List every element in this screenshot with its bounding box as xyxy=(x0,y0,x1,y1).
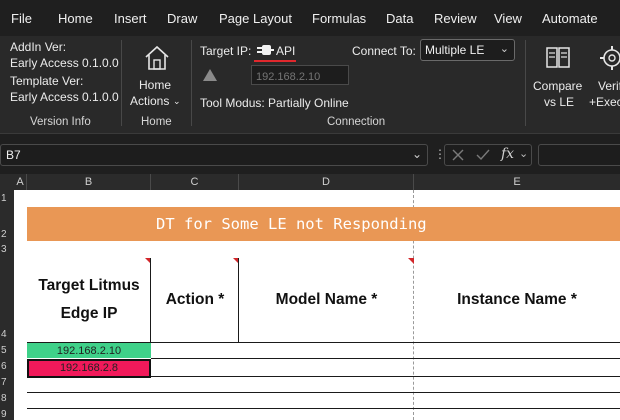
home-icon xyxy=(145,45,169,70)
name-box-value: B7 xyxy=(6,148,21,162)
ip-cell-ok-value: 192.168.2.10 xyxy=(56,345,122,357)
row-header-5[interactable]: 5 xyxy=(0,345,14,357)
gear-icon xyxy=(600,46,620,70)
column-header-d[interactable]: D xyxy=(239,174,414,190)
connect-to-label: Connect To: xyxy=(352,44,416,58)
menu-home[interactable]: Home xyxy=(58,11,93,26)
row-header-6[interactable]: 6 xyxy=(0,361,14,373)
header-target-line2: Edge IP xyxy=(60,305,118,322)
header-target-line1: Target Litmus xyxy=(38,277,140,294)
row-header-2[interactable]: 2 xyxy=(0,229,14,241)
row-border xyxy=(151,376,620,377)
name-box[interactable]: B7 ⌄ xyxy=(0,144,428,166)
home-group-title: Home xyxy=(141,116,172,128)
header-instance-name[interactable]: Instance Name * xyxy=(414,287,620,313)
menu-automate[interactable]: Automate xyxy=(542,11,598,26)
menu-bar: File Home Insert Draw Page Layout Formul… xyxy=(0,0,620,36)
header-action[interactable]: Action * xyxy=(151,287,239,313)
chevron-down-icon: ⌄ xyxy=(411,147,422,161)
row-border xyxy=(151,358,620,359)
home-actions-button[interactable]: Home Actions ⌄ xyxy=(126,38,186,110)
ip-cell-ok[interactable]: 192.168.2.10 xyxy=(27,343,151,358)
ip-cell-error-value: 192.168.2.8 xyxy=(59,362,119,374)
comment-indicator[interactable] xyxy=(408,258,414,264)
column-header-c[interactable]: C xyxy=(151,174,239,190)
header-cell-target[interactable]: Target Litmus Edge IP xyxy=(27,258,151,342)
compare-line1: Compare xyxy=(533,79,583,93)
connection-group-title: Connection xyxy=(327,116,386,128)
ribbon-separator xyxy=(525,40,526,126)
menu-draw[interactable]: Draw xyxy=(167,11,197,26)
menu-page-layout[interactable]: Page Layout xyxy=(219,11,292,26)
formula-bar: B7 ⌄ ⋮ fx ⌄ xyxy=(0,134,620,174)
cell-border xyxy=(150,258,151,342)
menu-formulas[interactable]: Formulas xyxy=(312,11,366,26)
connect-to-value: Multiple LE xyxy=(425,43,485,57)
plug-icon[interactable] xyxy=(256,43,274,57)
insert-function-icon[interactable]: fx xyxy=(501,146,514,162)
ribbon: AddIn Ver: Early Access 0.1.0.0 Template… xyxy=(0,36,620,134)
addin-version-label: AddIn Ver: xyxy=(10,40,67,54)
row-border xyxy=(27,392,620,393)
warning-icon xyxy=(203,69,217,81)
column-header-e[interactable]: E xyxy=(414,174,620,190)
target-ip-label: Target IP: xyxy=(200,44,252,58)
menu-review[interactable]: Review xyxy=(434,11,477,26)
ribbon-separator xyxy=(121,40,122,126)
chevron-down-icon: ⌄ xyxy=(499,43,509,55)
cell-border xyxy=(238,258,239,342)
row-border xyxy=(27,408,620,409)
section-banner[interactable]: DT for Some LE not Responding xyxy=(27,207,620,241)
cancel-icon[interactable] xyxy=(451,148,465,162)
api-underline xyxy=(254,60,296,62)
row-header-7[interactable]: 7 xyxy=(0,377,14,389)
template-version-label: Template Ver: xyxy=(10,74,84,88)
menu-view[interactable]: View xyxy=(494,11,522,26)
home-actions-line1: Home xyxy=(139,78,172,92)
spreadsheet-grid: A B C D E 1 2 3 4 5 6 7 8 9 DT for Some … xyxy=(0,174,620,420)
header-model-name[interactable]: Model Name * xyxy=(239,287,414,313)
tool-modus-status: Tool Modus: Partially Online xyxy=(200,96,349,110)
verify-execute-button[interactable]: Verif +Exec xyxy=(588,38,620,110)
select-all-corner[interactable] xyxy=(0,174,14,190)
row-header-1[interactable]: 1 xyxy=(0,193,14,205)
api-label[interactable]: API xyxy=(276,43,295,59)
compare-vs-le-button[interactable]: Compare vs LE xyxy=(530,38,586,110)
chevron-down-icon[interactable]: ⌄ xyxy=(519,147,528,160)
formula-input[interactable] xyxy=(538,144,620,166)
ip-cell-error[interactable]: 192.168.2.8 xyxy=(27,359,151,378)
column-header-b[interactable]: B xyxy=(27,174,151,190)
row-header-9[interactable]: 9 xyxy=(0,409,14,420)
verify-line2: +Exec xyxy=(589,95,620,109)
verify-line1: Verif xyxy=(598,79,620,93)
connect-to-select[interactable]: Multiple LE ⌄ xyxy=(420,39,515,61)
ribbon-separator xyxy=(191,40,192,126)
row-header-8[interactable]: 8 xyxy=(0,393,14,405)
compare-book-icon xyxy=(546,47,570,68)
formula-buttons: fx ⌄ xyxy=(444,144,532,166)
column-header-a[interactable]: A xyxy=(14,174,27,190)
version-info-group-title: Version Info xyxy=(30,116,91,128)
menu-insert[interactable]: Insert xyxy=(114,11,147,26)
home-actions-line2: Actions xyxy=(130,94,170,108)
compare-line2: vs LE xyxy=(544,95,575,109)
chevron-down-icon: ⌄ xyxy=(173,96,181,106)
template-version-value: Early Access 0.1.0.0 xyxy=(10,90,119,104)
addin-version-value: Early Access 0.1.0.0 xyxy=(10,56,119,70)
menu-file[interactable]: File xyxy=(11,11,32,26)
row-header-4[interactable]: 4 xyxy=(0,329,14,341)
menu-data[interactable]: Data xyxy=(386,11,413,26)
enter-check-icon[interactable] xyxy=(475,148,491,162)
target-ip-input[interactable] xyxy=(251,65,349,85)
row-header-3[interactable]: 3 xyxy=(0,244,14,256)
